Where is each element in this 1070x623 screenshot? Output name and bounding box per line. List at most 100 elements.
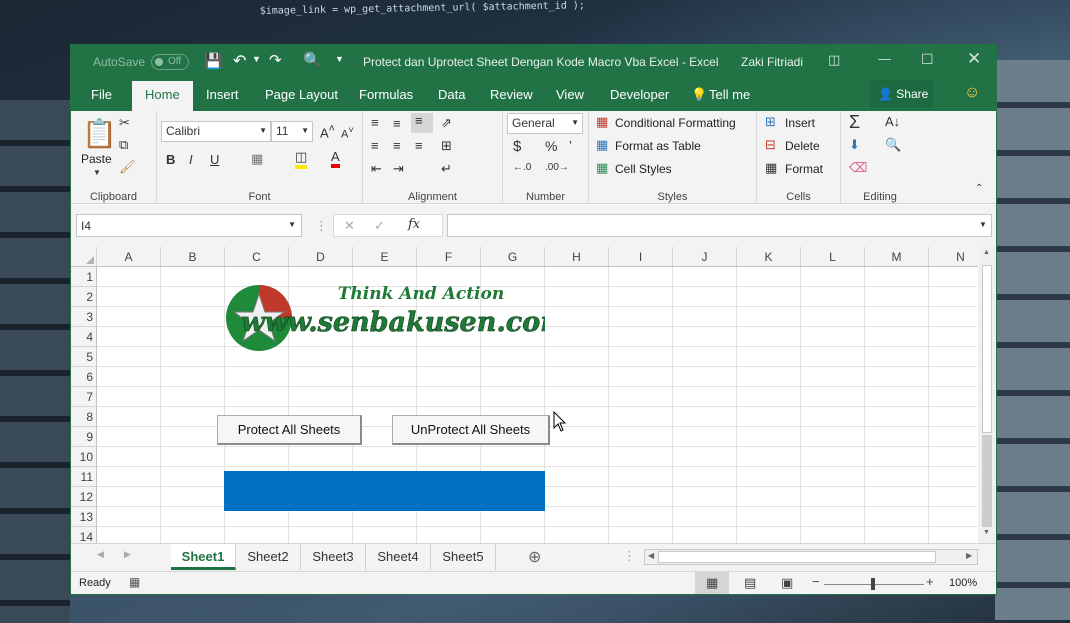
tab-review[interactable]: Review	[490, 87, 533, 102]
clear-icon[interactable]: ⌫	[849, 160, 867, 176]
expand-formula-icon[interactable]: ▼	[979, 220, 987, 229]
formula-input[interactable]	[447, 214, 992, 237]
row-header-9[interactable]: 9	[71, 427, 97, 447]
confirm-entry-icon[interactable]: ✓	[374, 218, 385, 234]
align-center-icon[interactable]: ≡	[393, 138, 401, 153]
percent-button[interactable]: %	[545, 138, 557, 154]
orientation-icon[interactable]: ⇗	[441, 115, 452, 131]
macro-recording-icon[interactable]: ▦	[129, 575, 140, 589]
vertical-scroll-thumb[interactable]	[982, 265, 992, 433]
number-format-select[interactable]: General ▼	[507, 113, 583, 134]
maximize-icon[interactable]: ☐	[921, 51, 934, 68]
row-header-13[interactable]: 13	[71, 507, 97, 527]
column-header-j[interactable]: J	[673, 247, 737, 267]
ribbon-options-icon[interactable]: ◫	[828, 52, 840, 68]
column-header-m[interactable]: M	[865, 247, 929, 267]
autosum-icon[interactable]: Σ	[849, 112, 860, 133]
conditional-formatting-button[interactable]: Conditional Formatting	[615, 116, 736, 130]
format-cells-button[interactable]: Format	[785, 162, 823, 176]
scroll-left-icon[interactable]: ◀	[648, 551, 654, 560]
font-color-icon[interactable]: A	[331, 149, 340, 168]
page-break-view-icon[interactable]: ▣	[781, 575, 793, 591]
font-size-select[interactable]: 11 ▼	[271, 121, 313, 142]
row-header-10[interactable]: 10	[71, 447, 97, 467]
smiley-icon[interactable]: ☺	[964, 84, 980, 102]
sheet-tab-4[interactable]: Sheet4	[366, 544, 431, 570]
normal-view-button[interactable]: ▦	[695, 572, 729, 594]
customize-qat-icon[interactable]: ▼	[335, 54, 344, 64]
column-header-f[interactable]: F	[417, 247, 481, 267]
column-header-h[interactable]: H	[545, 247, 609, 267]
align-top-icon[interactable]: ≡	[371, 115, 379, 130]
tab-file[interactable]: File	[91, 87, 112, 102]
add-sheet-icon[interactable]: ⊕	[528, 547, 541, 567]
decrease-font-icon[interactable]: A˅	[341, 125, 354, 141]
merge-center-icon[interactable]: ⊞	[441, 138, 452, 154]
print-preview-icon[interactable]: 🔍	[303, 51, 322, 69]
format-painter-icon[interactable]: 🖌	[119, 159, 136, 175]
increase-font-icon[interactable]: A˄	[320, 123, 335, 140]
name-box[interactable]: I4 ▼	[76, 214, 302, 237]
zoom-out-icon[interactable]: −	[812, 574, 820, 589]
row-header-1[interactable]: 1	[71, 267, 97, 287]
column-header-g[interactable]: G	[481, 247, 545, 267]
vertical-scrollbar[interactable]: ▲ ▼	[978, 247, 996, 543]
tab-insert[interactable]: Insert	[206, 87, 239, 102]
collapse-ribbon-icon[interactable]: ⌃	[975, 183, 983, 194]
protect-all-sheets-button[interactable]: Protect All Sheets	[217, 415, 362, 445]
row-header-2[interactable]: 2	[71, 287, 97, 307]
font-name-select[interactable]: Calibri ▼	[161, 121, 271, 142]
align-bottom-icon[interactable]: ≡	[411, 113, 433, 133]
zoom-in-icon[interactable]: +	[926, 574, 934, 589]
column-header-e[interactable]: E	[353, 247, 417, 267]
align-right-icon[interactable]: ≡	[415, 138, 423, 153]
bold-button[interactable]: B	[166, 152, 175, 167]
borders-icon[interactable]: ▦	[251, 151, 263, 167]
unprotect-all-sheets-button[interactable]: UnProtect All Sheets	[392, 415, 550, 445]
insert-function-icon[interactable]: fx	[408, 217, 420, 232]
decrease-indent-icon[interactable]: ⇤	[371, 161, 382, 177]
row-header-8[interactable]: 8	[71, 407, 97, 427]
row-header-12[interactable]: 12	[71, 487, 97, 507]
decrease-decimal-icon[interactable]: .00→	[545, 162, 569, 173]
tell-me-box[interactable]: Tell me	[709, 87, 750, 102]
share-button[interactable]: 👤 Share	[870, 80, 933, 108]
tab-formulas[interactable]: Formulas	[359, 87, 413, 102]
delete-cells-button[interactable]: Delete	[785, 139, 820, 153]
sheet-tab-2[interactable]: Sheet2	[236, 544, 301, 570]
row-header-3[interactable]: 3	[71, 307, 97, 327]
row-header-5[interactable]: 5	[71, 347, 97, 367]
tab-view[interactable]: View	[556, 87, 584, 102]
cell-styles-button[interactable]: Cell Styles	[615, 162, 672, 176]
paste-dropdown-icon[interactable]: ▼	[93, 168, 101, 177]
format-as-table-button[interactable]: Format as Table	[615, 139, 701, 153]
column-header-a[interactable]: A	[97, 247, 161, 267]
page-layout-view-icon[interactable]: ▤	[744, 575, 756, 591]
insert-cells-button[interactable]: Insert	[785, 116, 815, 130]
increase-indent-icon[interactable]: ⇥	[393, 161, 404, 177]
minimize-icon[interactable]: —	[878, 51, 891, 66]
sheet-tab-1[interactable]: Sheet1	[171, 544, 236, 570]
tab-splitter-icon[interactable]: ⋮	[623, 548, 636, 564]
scroll-right-icon[interactable]: ▶	[966, 551, 972, 560]
cut-icon[interactable]: ✂	[119, 115, 130, 131]
blue-filled-cells[interactable]	[224, 471, 545, 511]
column-header-b[interactable]: B	[161, 247, 225, 267]
column-header-l[interactable]: L	[801, 247, 865, 267]
prev-sheet-icon[interactable]: ◀	[97, 549, 104, 560]
undo-dropdown-icon[interactable]: ▼	[252, 54, 261, 64]
italic-button[interactable]: I	[189, 152, 193, 167]
tab-developer[interactable]: Developer	[610, 87, 669, 102]
tab-home[interactable]: Home	[132, 81, 193, 111]
horizontal-scroll-thumb[interactable]	[658, 551, 936, 563]
fill-color-icon[interactable]: ◫	[295, 149, 308, 169]
underline-button[interactable]: U	[210, 152, 219, 167]
tab-page-layout[interactable]: Page Layout	[265, 87, 338, 102]
currency-button[interactable]: $	[513, 138, 521, 155]
column-header-k[interactable]: K	[737, 247, 801, 267]
sheet-tab-5[interactable]: Sheet5	[431, 544, 496, 570]
fill-icon[interactable]: ⬇	[849, 137, 860, 153]
scroll-up-icon[interactable]: ▲	[983, 249, 990, 256]
column-header-i[interactable]: I	[609, 247, 673, 267]
zoom-level[interactable]: 100%	[949, 577, 977, 589]
